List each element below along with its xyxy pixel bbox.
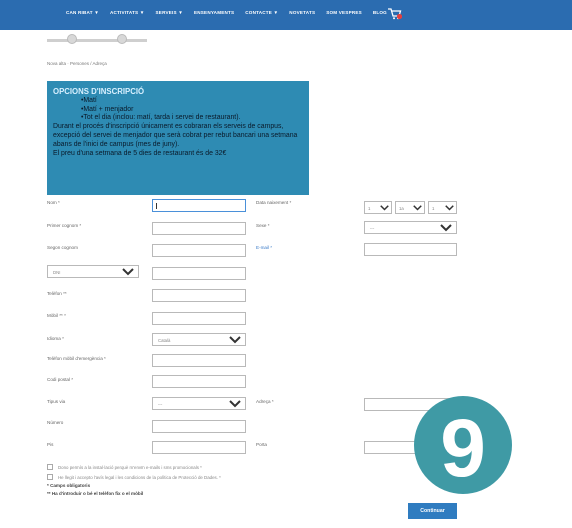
birth-year-select[interactable]: 1 [428, 201, 457, 214]
pis-input[interactable] [152, 441, 246, 454]
registration-options-box: OPCIONS D'INSCRIPCIÓ •Matí •Matí + menja… [47, 81, 309, 195]
chevron-down-icon [445, 205, 454, 211]
nav-item-can-ribat[interactable]: CAN RIBAT ▼ [66, 10, 99, 15]
sexe-select[interactable]: --- [364, 221, 457, 234]
cart-badge [396, 13, 402, 20]
segon-cognom-input[interactable] [152, 244, 246, 257]
option-mati: •Matí [81, 96, 97, 104]
tipus-via-select[interactable]: --- [152, 397, 246, 410]
document-type-select[interactable]: DNI [47, 265, 139, 278]
chevron-down-icon [413, 205, 422, 211]
step-1-dot [67, 34, 77, 44]
chevron-down-icon [229, 400, 241, 408]
birth-day-select[interactable]: 1 [364, 201, 392, 214]
sexe-value: --- [370, 226, 375, 231]
idioma-select[interactable]: Català [152, 333, 246, 346]
numero-label: Número [47, 420, 64, 425]
nav-item-activitats[interactable]: ACTIVITATS ▼ [110, 10, 145, 15]
nav-menu: CAN RIBAT ▼ ACTIVITATS ▼ SERVEIS ▼ ENSEN… [66, 10, 387, 15]
document-number-input[interactable] [152, 267, 246, 280]
option-tot-el-dia: •Tot el dia (inclou: matí, tarda i serve… [81, 114, 241, 122]
birth-year-value: 1 [432, 206, 435, 211]
chevron-down-icon [122, 268, 134, 276]
tipus-via-value: --- [158, 402, 163, 407]
phone-note: ** Ha d'introduir o bé el telèfon fix o … [47, 491, 144, 496]
promo-consent-text: Dono permís a la instal·lació perquè m'e… [58, 465, 202, 470]
step-number: 9 [440, 403, 486, 494]
text-cursor [156, 203, 157, 209]
idioma-label: Idioma * [47, 336, 64, 341]
promo-consent-checkbox[interactable] [47, 464, 53, 470]
shopping-cart-icon[interactable] [388, 8, 402, 20]
nom-label: Nom * [47, 200, 60, 205]
nav-item-contacte[interactable]: CONTACTE ▼ [245, 10, 278, 15]
step-2-dot [117, 34, 127, 44]
step-progress [47, 31, 147, 49]
sexe-label: Sexe * [256, 223, 270, 228]
breadcrumb: Nova alta · Persones / Adreça [47, 61, 107, 66]
required-note: * Camps obligatoris [47, 483, 91, 488]
continue-button[interactable]: Continuar [408, 503, 457, 519]
option-mati-menjador: •Matí + menjador [81, 105, 134, 113]
nav-item-som-vespres[interactable]: SOM VESPRES [326, 10, 362, 15]
info-paragraph: Durant el procés d'inscripció únicament … [53, 123, 298, 148]
document-type-value: DNI [53, 270, 61, 275]
codi-postal-input[interactable] [152, 375, 246, 388]
email-label: E-mail * [256, 245, 273, 250]
mobil-label: Mòbil ** * [47, 313, 66, 318]
telefon-emergencia-label: Telèfon mòbil d'emergència * [47, 356, 106, 361]
email-input[interactable] [364, 243, 457, 256]
segon-cognom-label: Segon cognom [47, 245, 78, 250]
adreca-label: Adreça * [256, 399, 274, 404]
birth-month-select[interactable]: 1a [395, 201, 425, 214]
data-naixement-label: Data naixement * [256, 200, 292, 205]
mobil-input[interactable] [152, 312, 246, 325]
info-price: El preu d'una setmana de 5 dies de resta… [53, 149, 227, 157]
nav-item-blog[interactable]: BLOG [373, 10, 387, 15]
chevron-down-icon [229, 336, 241, 344]
birth-month-value: 1a [399, 206, 404, 211]
pis-label: Pis [47, 442, 54, 447]
step-line [47, 39, 147, 42]
tipus-via-label: Tipus via [47, 399, 66, 404]
telefon-input[interactable] [152, 289, 246, 302]
step-number-badge: 9 [414, 396, 512, 494]
nav-item-novetats[interactable]: NOVETATS [289, 10, 315, 15]
nom-input[interactable] [152, 199, 246, 212]
privacy-consent-text: He llegit i accepto l'avís legal i les c… [58, 475, 221, 480]
birth-day-value: 1 [368, 206, 371, 211]
primer-cognom-label: Primer cognom * [47, 223, 82, 228]
telefon-emergencia-input[interactable] [152, 354, 246, 367]
chevron-down-icon [380, 205, 389, 211]
idioma-value: Català [158, 338, 171, 343]
primer-cognom-input[interactable] [152, 222, 246, 235]
info-title: OPCIONS D'INSCRIPCIÓ [53, 87, 145, 96]
numero-input[interactable] [152, 420, 246, 433]
nav-item-ensenyaments[interactable]: ENSENYAMENTS [194, 10, 234, 15]
top-navigation: CAN RIBAT ▼ ACTIVITATS ▼ SERVEIS ▼ ENSEN… [0, 0, 572, 30]
telefon-label: Telèfon ** [47, 291, 67, 296]
privacy-consent-checkbox[interactable] [47, 474, 53, 480]
codi-postal-label: Codi postal * [47, 377, 74, 382]
nav-item-serveis[interactable]: SERVEIS ▼ [156, 10, 183, 15]
porta-label: Porta [256, 442, 267, 447]
chevron-down-icon [440, 224, 452, 232]
